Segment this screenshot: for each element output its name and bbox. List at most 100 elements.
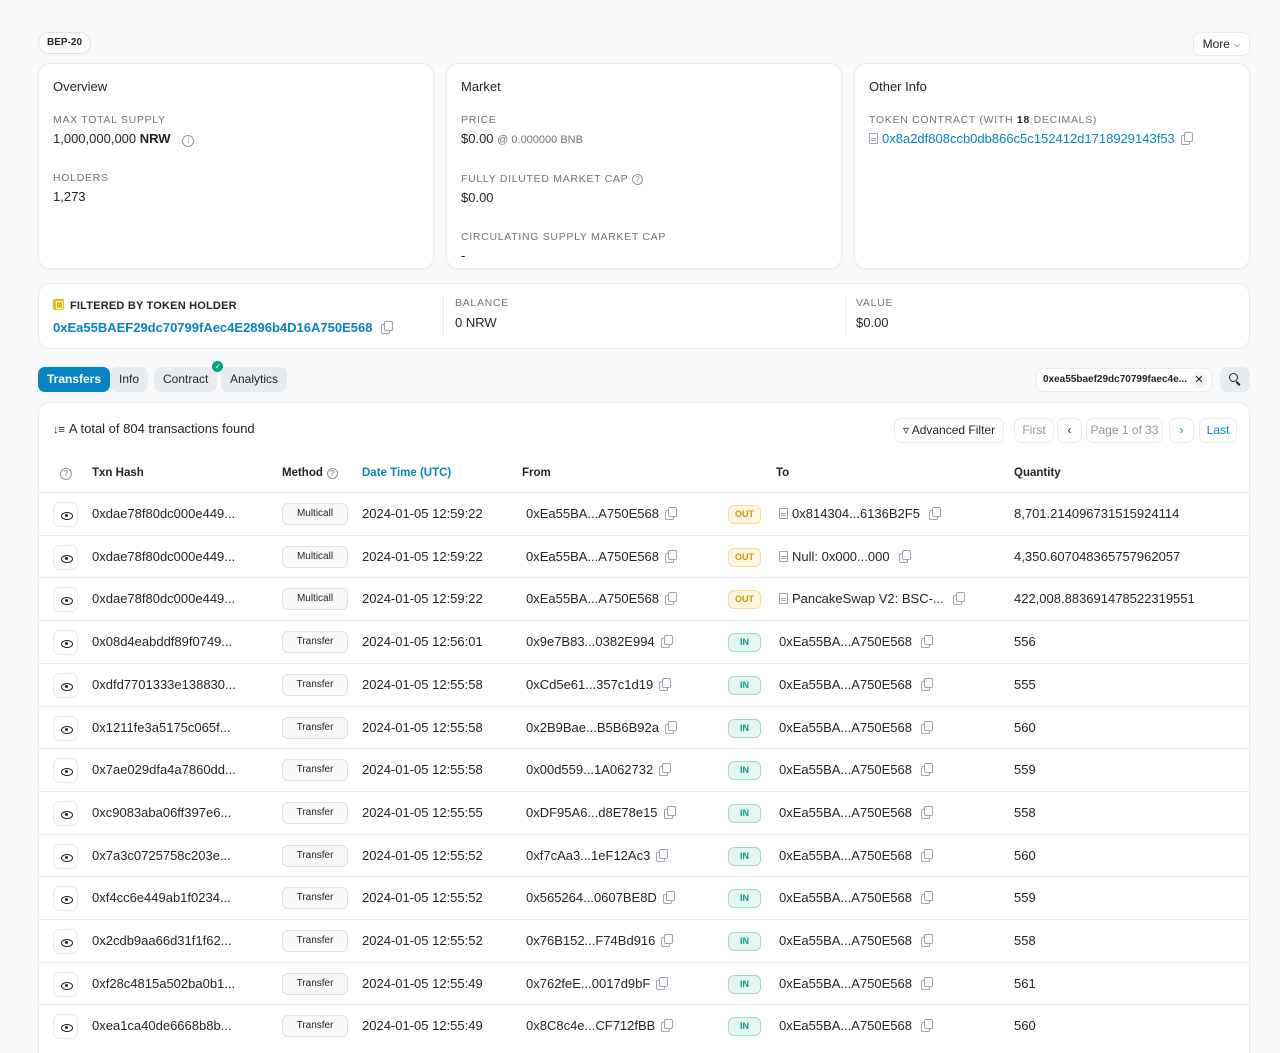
- txn-hash-link[interactable]: 0x08d4eabddf89f0749...: [92, 634, 232, 649]
- txn-hash-link[interactable]: 0xdfd7701333e138830...: [92, 677, 236, 692]
- token-standard-tag: BEP-20: [38, 32, 92, 54]
- tab-info[interactable]: Info: [110, 367, 149, 392]
- to-address[interactable]: PancakeSwap V2: BSC-...: [779, 591, 965, 606]
- eye-icon[interactable]: [53, 886, 78, 912]
- copy-icon[interactable]: [898, 549, 911, 563]
- eye-icon[interactable]: [53, 715, 78, 741]
- from-address[interactable]: 0xCd5e61...357c1d19: [526, 677, 672, 692]
- copy-icon[interactable]: [665, 549, 677, 563]
- copy-icon[interactable]: [662, 891, 675, 905]
- pager-last[interactable]: Last: [1199, 418, 1237, 443]
- eye-icon[interactable]: [53, 971, 78, 997]
- copy-icon[interactable]: [665, 507, 677, 520]
- copy-icon[interactable]: [665, 720, 677, 734]
- copy-icon[interactable]: [952, 592, 965, 606]
- from-address[interactable]: 0xf7cAa3...1eF12Ac3: [526, 848, 669, 863]
- balance-value: 0 NRW: [455, 315, 497, 330]
- tab-transfers[interactable]: Transfers: [38, 367, 111, 392]
- more-button[interactable]: More ⌵: [1192, 32, 1250, 56]
- copy-icon[interactable]: [381, 321, 394, 334]
- txn-hash-link[interactable]: 0x2cdb9aa66d31f1f62...: [92, 933, 232, 948]
- txn-hash-link[interactable]: 0x7ae029dfa4a7860dd...: [92, 762, 236, 777]
- copy-icon[interactable]: [659, 677, 672, 691]
- token-contract-link[interactable]: 0x8a2df808ccb0db866c5c152412d1718929143f…: [882, 131, 1175, 146]
- txn-hash-link[interactable]: 0xea1ca40de6668b8b...: [92, 1018, 232, 1033]
- address-filter-chip[interactable]: 0xea55baef29dc70799faec4e... ✕: [1036, 368, 1212, 392]
- to-address[interactable]: Null: 0x000...000: [779, 549, 911, 564]
- copy-icon[interactable]: [656, 848, 669, 862]
- eye-icon[interactable]: [53, 929, 78, 954]
- copy-icon[interactable]: [921, 976, 933, 990]
- close-icon[interactable]: ✕: [1191, 372, 1207, 388]
- txn-datetime: 2024-01-05 12:55:52: [362, 933, 483, 948]
- copy-icon[interactable]: [921, 891, 933, 905]
- eye-icon[interactable]: [53, 672, 78, 698]
- copy-icon[interactable]: [665, 592, 677, 606]
- from-address[interactable]: 0x762feE...0017d9bF: [526, 975, 669, 991]
- txn-hash-link[interactable]: 0xdae78f80dc000e449...: [92, 549, 235, 564]
- from-address[interactable]: 0x2B9Bae...B5B6B92a: [526, 720, 677, 735]
- copy-icon[interactable]: [661, 1019, 674, 1033]
- copy-icon[interactable]: [1180, 132, 1193, 145]
- from-address[interactable]: 0x9e7B83...0382E994: [526, 634, 673, 649]
- copy-icon[interactable]: [921, 720, 933, 734]
- tab-analytics[interactable]: Analytics: [221, 367, 288, 392]
- pager-next[interactable]: ›: [1169, 418, 1194, 443]
- quantity-value: 4,350.607048365757962057: [1014, 548, 1181, 564]
- search-button[interactable]: [1220, 367, 1250, 392]
- txn-hash-link[interactable]: 0x7a3c0725758c203e...: [92, 848, 231, 863]
- info-icon[interactable]: i: [182, 135, 195, 147]
- pager-page: Page 1 of 33: [1086, 418, 1163, 443]
- from-address[interactable]: 0x00d559...1A062732: [526, 762, 672, 777]
- table-row: 0x1211fe3a5175c065f... Transfer 2024-01-05…: [39, 705, 1249, 749]
- advanced-filter-button[interactable]: ▿ Advanced Filter: [894, 418, 1005, 443]
- quantity-value: 560: [1014, 847, 1036, 863]
- eye-icon[interactable]: [53, 587, 78, 613]
- eye-icon[interactable]: [53, 502, 78, 527]
- eye-icon[interactable]: [53, 800, 78, 826]
- col-help-icon[interactable]: ?: [60, 467, 72, 480]
- to-address-text: 0xEa55BA...A750E568: [779, 634, 912, 650]
- copy-icon[interactable]: [921, 848, 933, 862]
- question-icon[interactable]: ?: [326, 468, 338, 479]
- copy-icon[interactable]: [928, 507, 941, 520]
- eye-icon[interactable]: [53, 544, 78, 570]
- from-address[interactable]: 0xDF95A6...d8E78e15: [526, 805, 676, 820]
- txn-hash-link[interactable]: 0xc9083aba06ff397e6...: [92, 805, 231, 820]
- from-address[interactable]: 0x565264...0607BE8D: [526, 890, 675, 905]
- filter-address-link[interactable]: 0xEa55BAEF29dc70799fAec4E2896b4D16A750E5…: [53, 320, 372, 335]
- copy-icon[interactable]: [921, 677, 933, 691]
- txn-hash-link[interactable]: 0xf28c4815a502ba0b1...: [92, 976, 235, 991]
- txn-hash-link[interactable]: 0xdae78f80dc000e449...: [92, 506, 235, 521]
- txn-hash-link[interactable]: 0xf4cc6e449ab1f0234...: [92, 890, 231, 905]
- copy-icon[interactable]: [661, 934, 674, 947]
- tab-contract[interactable]: Contract ✓: [154, 361, 224, 392]
- eye-icon[interactable]: [53, 630, 78, 656]
- col-datetime[interactable]: Date Time (UTC): [362, 467, 451, 479]
- copy-icon[interactable]: [659, 763, 672, 777]
- eye-icon[interactable]: [53, 843, 78, 869]
- copy-icon[interactable]: [921, 934, 933, 947]
- copy-icon[interactable]: [656, 976, 669, 990]
- copy-icon[interactable]: [663, 805, 676, 819]
- eye-icon[interactable]: [53, 758, 78, 784]
- copy-icon[interactable]: [921, 1019, 933, 1033]
- pager-first[interactable]: First: [1014, 418, 1054, 443]
- sort-icon[interactable]: ↓≡: [53, 424, 65, 436]
- to-address[interactable]: 0x814304...6136B2F5: [779, 506, 941, 521]
- eye-icon[interactable]: [53, 1014, 78, 1040]
- txn-hash-link[interactable]: 0x1211fe3a5175c065f...: [92, 720, 231, 735]
- from-address[interactable]: 0x8C8c4e...CF712fBB: [526, 1018, 674, 1033]
- question-icon[interactable]: ?: [632, 174, 644, 185]
- from-address[interactable]: 0x76B152...F74Bd916: [526, 933, 674, 948]
- copy-icon[interactable]: [660, 635, 673, 649]
- txn-hash-link[interactable]: 0xdae78f80dc000e449...: [92, 591, 235, 606]
- copy-icon[interactable]: [921, 805, 933, 819]
- copy-icon[interactable]: [921, 635, 933, 649]
- from-address-text: 0x762feE...0017d9bF: [526, 975, 651, 991]
- quantity-value: 8,701.214096731515924114: [1014, 506, 1180, 521]
- col-method: Method?: [282, 467, 338, 479]
- copy-icon[interactable]: [921, 763, 933, 777]
- col-quantity: Quantity: [1014, 467, 1061, 479]
- pager-prev[interactable]: ‹: [1057, 418, 1082, 443]
